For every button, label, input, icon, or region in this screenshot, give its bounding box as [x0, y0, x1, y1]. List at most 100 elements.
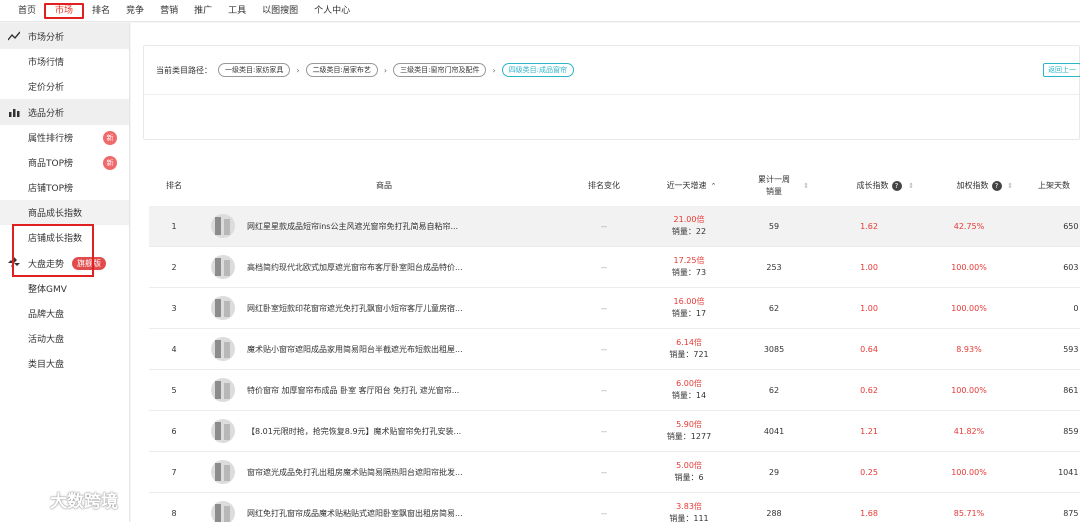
weighted-index-cell: 100.00% [951, 303, 987, 313]
nav-item[interactable]: 个人中心 [306, 3, 358, 19]
product-name-link[interactable]: 特价窗帘 加厚窗帘布成品 卧室 客厅阳台 免打孔 遮光窗帘... [247, 370, 487, 410]
breadcrumb: 当前类目路径： 一级类目:家纺家具 › 二级类目:居家布艺 › 三级类目:窗帘门… [156, 63, 575, 77]
sort-icon[interactable]: ⇕ [794, 168, 814, 204]
product-name-link[interactable]: 网红卧室短款印花窗帘遮光免打孔飘窗小短帘客厅儿童房宿... [247, 288, 487, 328]
weekly-sales-cell: 29 [768, 467, 780, 477]
product-thumbnail[interactable] [211, 501, 235, 522]
section-market-analysis[interactable]: 市场分析 [0, 23, 129, 49]
daily-sales: 销量：17 [671, 309, 707, 318]
product-name-link[interactable]: 【8.01元限时抢，抢完恢复8.9元】魔术贴窗帘免打孔安装... [247, 411, 487, 451]
watermark-text: 大数跨境 [50, 492, 118, 512]
weekly-sales-cell: 253 [766, 262, 782, 272]
growth-rate: 5.90倍 [676, 420, 702, 429]
sidebar-item-overall-gmv[interactable]: 整体GMV [0, 276, 129, 301]
product-name-link[interactable]: 网红星星款成品短帘ins公主风遮光窗帘免打孔简易自粘帘... [247, 206, 487, 246]
sidebar-item-category-market[interactable]: 类目大盘 [0, 351, 129, 376]
back-button[interactable]: 返回上一 [1043, 63, 1080, 77]
growth-index-cell: 0.62 [860, 385, 878, 395]
growth-index-cell: 0.64 [860, 344, 878, 354]
category-level-2[interactable]: 二级类目:居家布艺 [305, 63, 378, 77]
category-level-4[interactable]: 四级类目:成品窗帘 [501, 63, 575, 77]
weighted-index-cell: 41.82% [953, 426, 985, 436]
new-badge: 新 [103, 131, 117, 145]
daily-growth-cell: 17.25倍 销量：73 [649, 247, 729, 287]
category-level-3[interactable]: 三级类目:窗帘门帘及配件 [393, 63, 487, 77]
category-level-1[interactable]: 一级类目:家纺家具 [218, 63, 291, 77]
section-title: 大盘走势 [28, 259, 65, 270]
sidebar-item-product-top[interactable]: 商品TOP榜 新 [0, 150, 129, 175]
table-row[interactable]: 6 【8.01元限时抢，抢完恢复8.9元】魔术贴窗帘免打孔安装... -- 5.90倍… [149, 411, 1080, 452]
sort-icon[interactable]: ⇕ [899, 168, 919, 204]
product-thumbnail[interactable] [211, 460, 235, 484]
nav-item[interactable]: 营销 [152, 3, 186, 19]
sidebar-item-market-trends[interactable]: 市场行情 [0, 49, 129, 74]
daily-sales: 销量：14 [671, 391, 707, 400]
section-selection-analysis[interactable]: 选品分析 [0, 99, 129, 125]
weekly-sales-cell: 62 [768, 385, 780, 395]
product-name-link[interactable]: 高档简约现代北欧式加厚遮光窗帘布客厅卧室阳台成品特价... [247, 247, 487, 287]
header-rank-change: 排名变化 [588, 181, 620, 190]
daily-sales: 销量：1277 [666, 432, 712, 441]
listing-days-cell: 861 天 [1063, 385, 1080, 395]
product-thumbnail[interactable] [211, 337, 235, 361]
weighted-index-cell: 100.00% [951, 262, 987, 272]
table-row[interactable]: 4 魔术贴小窗帘遮阳成品家用简易阳台半截遮光布短款出租屋... -- 6.14倍 销量：… [149, 329, 1080, 370]
weighted-index-cell: 42.75% [953, 221, 985, 231]
product-thumbnail[interactable] [211, 378, 235, 402]
growth-rate: 21.00倍 [673, 215, 705, 224]
header-listing-days[interactable]: 上架天数 [1024, 168, 1080, 204]
rank-change-cell: -- [601, 426, 607, 436]
rank-cell: 8 [171, 508, 177, 518]
rank-cell: 3 [171, 303, 177, 313]
pinwheel-icon [8, 257, 20, 269]
nav-item[interactable]: 工具 [220, 3, 254, 19]
table-row[interactable]: 1 网红星星款成品短帘ins公主风遮光窗帘免打孔简易自粘帘... -- 21.00倍销… [149, 206, 1080, 247]
product-thumbnail[interactable] [211, 255, 235, 279]
sidebar-item-attribute-ranking[interactable]: 属性排行榜 新 [0, 125, 129, 150]
sidebar-item-shop-top[interactable]: 店铺TOP榜 [0, 175, 129, 200]
sidebar-item-shop-growth-index[interactable]: 店铺成长指数 [0, 225, 129, 250]
table-row[interactable]: 3 网红卧室短款印花窗帘遮光免打孔飘窗小短帘客厅儿童房宿... -- 16.00倍 销量… [149, 288, 1080, 329]
nav-item[interactable]: 首页 [10, 3, 44, 19]
growth-rate: 6.14倍 [676, 338, 702, 347]
product-thumbnail[interactable] [211, 296, 235, 320]
rank-cell: 4 [171, 344, 177, 354]
table-row[interactable]: 5 特价窗帘 加厚窗帘布成品 卧室 客厅阳台 免打孔 遮光窗帘... -- 6.00倍… [149, 370, 1080, 411]
product-name-link[interactable]: 网红免打孔窗帘成品魔术贴粘贴式遮阳卧室飘窗出租房简易... [247, 493, 487, 522]
product-thumbnail[interactable] [211, 214, 235, 238]
rank-change-cell: -- [601, 385, 607, 395]
chevron-right-icon: › [383, 65, 388, 75]
main-content: 当前类目路径： 一级类目:家纺家具 › 二级类目:居家布艺 › 三级类目:窗帘门… [131, 23, 1080, 522]
listing-days-cell: 593 天 [1063, 344, 1080, 354]
nav-item[interactable]: 推广 [186, 3, 220, 19]
product-name-link[interactable]: 窗帘遮光成品免打孔出租房魔术贴简易隔热阳台遮阳帘批发... [247, 452, 487, 492]
sidebar: 市场分析 市场行情 定价分析 选品分析 属性排行榜新 商品TOP榜新 店铺TOP… [0, 23, 130, 522]
section-title: 市场分析 [28, 32, 65, 43]
sidebar-item-pricing-analysis[interactable]: 定价分析 [0, 74, 129, 99]
growth-index-cell: 1.62 [860, 221, 878, 231]
daily-growth-cell: 6.14倍 销量：721 [649, 329, 729, 369]
sort-icon[interactable]: ⇕ [998, 168, 1018, 204]
rank-change-cell: -- [601, 221, 607, 231]
sort-up-icon[interactable]: ⌃ [711, 180, 717, 192]
product-thumbnail[interactable] [211, 419, 235, 443]
sidebar-item-label: 整体GMV [28, 285, 67, 295]
table-row[interactable]: 7 窗帘遮光成品免打孔出租房魔术贴简易隔热阳台遮阳帘批发... -- 5.00倍 销量：… [149, 452, 1080, 493]
sidebar-item-product-growth-index[interactable]: 商品成长指数 [0, 200, 129, 225]
sidebar-item-brand-market[interactable]: 品牌大盘 [0, 301, 129, 326]
nav-item[interactable]: 市场 [44, 2, 85, 19]
chevron-right-icon: › [296, 65, 300, 75]
growth-index-cell: 1.21 [860, 426, 878, 436]
header-rank: 排名 [166, 181, 182, 190]
sidebar-item-activity-market[interactable]: 活动大盘 [0, 326, 129, 351]
nav-item[interactable]: 排名 [84, 3, 118, 19]
nav-item[interactable]: 以图搜图 [254, 3, 306, 19]
table-row[interactable]: 2 高档简约现代北欧式加厚遮光窗帘布客厅卧室阳台成品特价... -- 17.25倍 销量… [149, 247, 1080, 288]
header-daily-growth[interactable]: 近一天增速 ⌃ [649, 168, 734, 204]
nav-item[interactable]: 竞争 [118, 3, 152, 19]
product-name-link[interactable]: 魔术贴小窗帘遮阳成品家用简易阳台半截遮光布短款出租屋... [247, 329, 487, 369]
section-market-trend[interactable]: 大盘走势 旗舰版 [0, 250, 129, 276]
table-row[interactable]: 8 网红免打孔窗帘成品魔术贴粘贴式遮阳卧室飘窗出租房简易... -- 3.83倍 销量：… [149, 493, 1080, 522]
listing-days-cell: 0 天 [1073, 303, 1080, 313]
sidebar-item-label: 定价分析 [28, 83, 65, 93]
